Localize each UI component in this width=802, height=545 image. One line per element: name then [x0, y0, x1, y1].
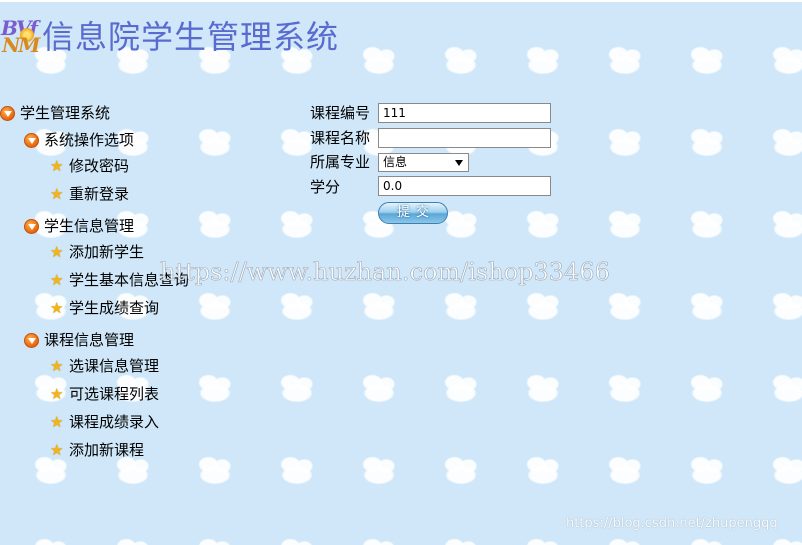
nav-item-add-course[interactable]: ★ 添加新课程 [50, 441, 144, 459]
nav-group-label: 学生信息管理 [44, 217, 135, 235]
watermark-text: https://www.huzhan.com/ishop33466 [160, 258, 610, 287]
nav-item-grade-query[interactable]: ★ 学生成绩查询 [50, 299, 159, 317]
nav-item-label: 添加新课程 [69, 441, 145, 459]
course-name-label: 课程名称 [310, 129, 371, 147]
expand-down-icon [24, 132, 39, 148]
nav-item-label: 修改密码 [69, 157, 130, 175]
nav-root-label: 学生管理系统 [20, 104, 111, 122]
course-id-input[interactable]: 111 [378, 103, 551, 123]
credit-input[interactable]: 0.0 [378, 176, 551, 196]
nav-group-label: 系统操作选项 [44, 131, 135, 149]
logo-text-bottom: NM [2, 33, 40, 57]
star-icon: ★ [50, 184, 64, 203]
major-select[interactable]: 信息 [378, 153, 469, 172]
expand-down-icon [24, 332, 39, 348]
nav-item-change-password[interactable]: ★ 修改密码 [50, 157, 129, 175]
star-icon: ★ [50, 412, 64, 431]
nav-item-label: 课程成绩录入 [69, 413, 160, 431]
nav-item-label: 可选课程列表 [69, 385, 160, 403]
course-name-input[interactable] [378, 128, 551, 148]
nav-item-label: 选课信息管理 [69, 357, 160, 375]
nav-item-label: 添加新学生 [69, 243, 145, 261]
app-logo: BVf NM [0, 16, 40, 57]
star-icon: ★ [50, 156, 64, 175]
credit-label: 学分 [310, 178, 341, 196]
nav-item-course-list[interactable]: ★ 可选课程列表 [50, 385, 159, 403]
major-label: 所属专业 [310, 153, 371, 171]
credit-text: https://blog.csdn.net/zhupengqq [566, 516, 778, 531]
expand-down-icon [0, 105, 15, 121]
app-title: 信息院学生管理系统 [42, 18, 340, 56]
nav-item-add-student[interactable]: ★ 添加新学生 [50, 243, 144, 261]
star-icon: ★ [50, 270, 64, 289]
star-icon: ★ [50, 356, 64, 375]
nav-group-student[interactable]: 学生信息管理 [24, 217, 134, 235]
nav-item-grade-entry[interactable]: ★ 课程成绩录入 [50, 413, 159, 431]
nav-item-label: 学生成绩查询 [69, 299, 160, 317]
star-icon: ★ [50, 384, 64, 403]
nav-item-relogin[interactable]: ★ 重新登录 [50, 185, 129, 203]
star-icon: ★ [50, 298, 64, 317]
nav-group-label: 课程信息管理 [44, 331, 135, 349]
nav-group-course[interactable]: 课程信息管理 [24, 331, 134, 349]
major-selected-value: 信息 [383, 155, 408, 169]
nav-item-label: 重新登录 [69, 185, 130, 203]
nav-item-course-selection[interactable]: ★ 选课信息管理 [50, 357, 159, 375]
expand-down-icon [24, 218, 39, 234]
top-border [0, 0, 802, 2]
chevron-down-icon [455, 160, 463, 166]
star-icon: ★ [50, 242, 64, 261]
nav-root[interactable]: 学生管理系统 [0, 104, 110, 122]
star-icon: ★ [50, 440, 64, 459]
course-id-label: 课程编号 [310, 104, 371, 122]
submit-button[interactable]: 提交 [378, 202, 448, 224]
nav-group-system[interactable]: 系统操作选项 [24, 131, 134, 149]
